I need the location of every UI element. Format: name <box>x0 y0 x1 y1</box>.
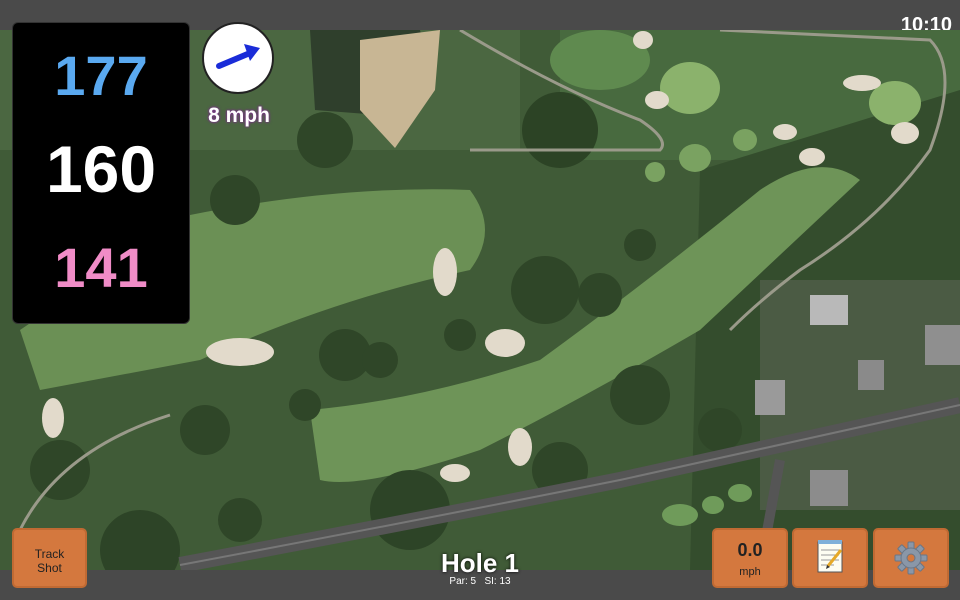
back-distance: 177 <box>54 44 148 107</box>
par-label: Par: 5 <box>449 576 477 587</box>
speed-unit: mph <box>739 566 761 578</box>
wind-direction-indicator[interactable] <box>202 22 274 94</box>
notepad-icon <box>817 540 843 573</box>
wind-speed: 8 mph <box>208 104 270 127</box>
hole-info: Par: 5 SI: 13 <box>380 576 580 587</box>
distance-panel: 177 160 141 <box>12 22 190 324</box>
scorecard-notes-button[interactable] <box>792 528 868 588</box>
track-shot-button[interactable]: Track Shot <box>12 528 87 588</box>
speed-value: 0.0 <box>737 540 763 560</box>
middle-distance: 160 <box>45 132 157 206</box>
settings-button[interactable] <box>873 528 949 588</box>
stroke-index-label: SI: 13 <box>484 576 511 587</box>
track-shot-label-line1: Track <box>34 547 65 561</box>
front-distance: 141 <box>54 236 148 299</box>
hole-title: Hole 1 <box>440 548 520 578</box>
speed-button[interactable]: 0.0 mph <box>712 528 788 588</box>
track-shot-label-line2: Shot <box>37 561 62 575</box>
gear-icon <box>894 541 928 575</box>
arrow-east-northeast-icon <box>216 44 260 69</box>
